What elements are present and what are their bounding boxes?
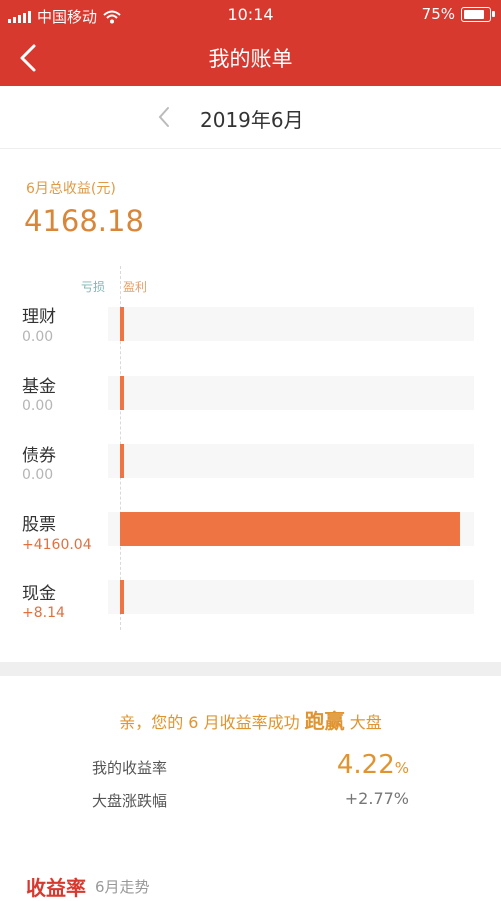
category-name: 现金 xyxy=(22,584,56,604)
total-income-label: 6月总收益(元) xyxy=(26,181,116,197)
category-value: 0.00 xyxy=(22,467,54,483)
category-value: 0.00 xyxy=(22,398,54,414)
legend-loss: 亏损 xyxy=(81,280,106,294)
market-change-value: +2.77% xyxy=(344,789,409,808)
total-income-value: 4168.18 xyxy=(24,204,144,238)
category-name: 股票 xyxy=(22,515,56,535)
nav-bar: 我的账单 xyxy=(0,30,501,86)
current-month: 2019年6月 xyxy=(200,108,304,132)
beat-market-message: 亲，您的 6 月收益率成功 跑赢 大盘 xyxy=(0,705,501,734)
my-return-label: 我的收益率 xyxy=(92,759,168,777)
my-return-value: 4.22% xyxy=(336,750,409,780)
bar-track xyxy=(108,376,474,410)
message-suffix: 大盘 xyxy=(349,713,382,732)
bar-cash xyxy=(120,580,124,614)
message-emphasis: 跑赢 xyxy=(304,709,345,733)
status-bar: 中国移动 10:14 75% xyxy=(0,0,501,30)
page-title: 我的账单 xyxy=(208,47,293,71)
legend-gain: 盈利 xyxy=(123,280,148,294)
category-name: 基金 xyxy=(22,377,56,397)
month-switcher: 2019年6月 xyxy=(0,86,501,149)
bar-track xyxy=(108,444,474,478)
chevron-left-icon[interactable] xyxy=(153,105,177,129)
category-value: 0.00 xyxy=(22,329,54,345)
section-title: 收益率 xyxy=(26,876,86,900)
battery-icon xyxy=(461,6,495,22)
header: 中国移动 10:14 75% 我的账单 xyxy=(0,0,501,86)
bar-track xyxy=(108,307,474,341)
market-change-label: 大盘涨跌幅 xyxy=(92,792,168,810)
section-divider xyxy=(0,662,501,676)
section-subtitle: 6月走势 xyxy=(95,878,150,896)
category-name: 债券 xyxy=(22,446,56,466)
bar-fund xyxy=(120,376,124,410)
battery-percent: 75% xyxy=(421,5,455,23)
bar-bond xyxy=(120,444,124,478)
bar-wealth xyxy=(120,307,124,341)
bar-stock xyxy=(120,512,460,546)
message-prefix: 亲，您的 6 月收益率成功 xyxy=(119,713,300,732)
bar-track xyxy=(108,580,474,614)
category-value: +4160.04 xyxy=(22,537,92,553)
category-name: 理财 xyxy=(22,307,56,327)
category-value: +8.14 xyxy=(22,605,65,621)
